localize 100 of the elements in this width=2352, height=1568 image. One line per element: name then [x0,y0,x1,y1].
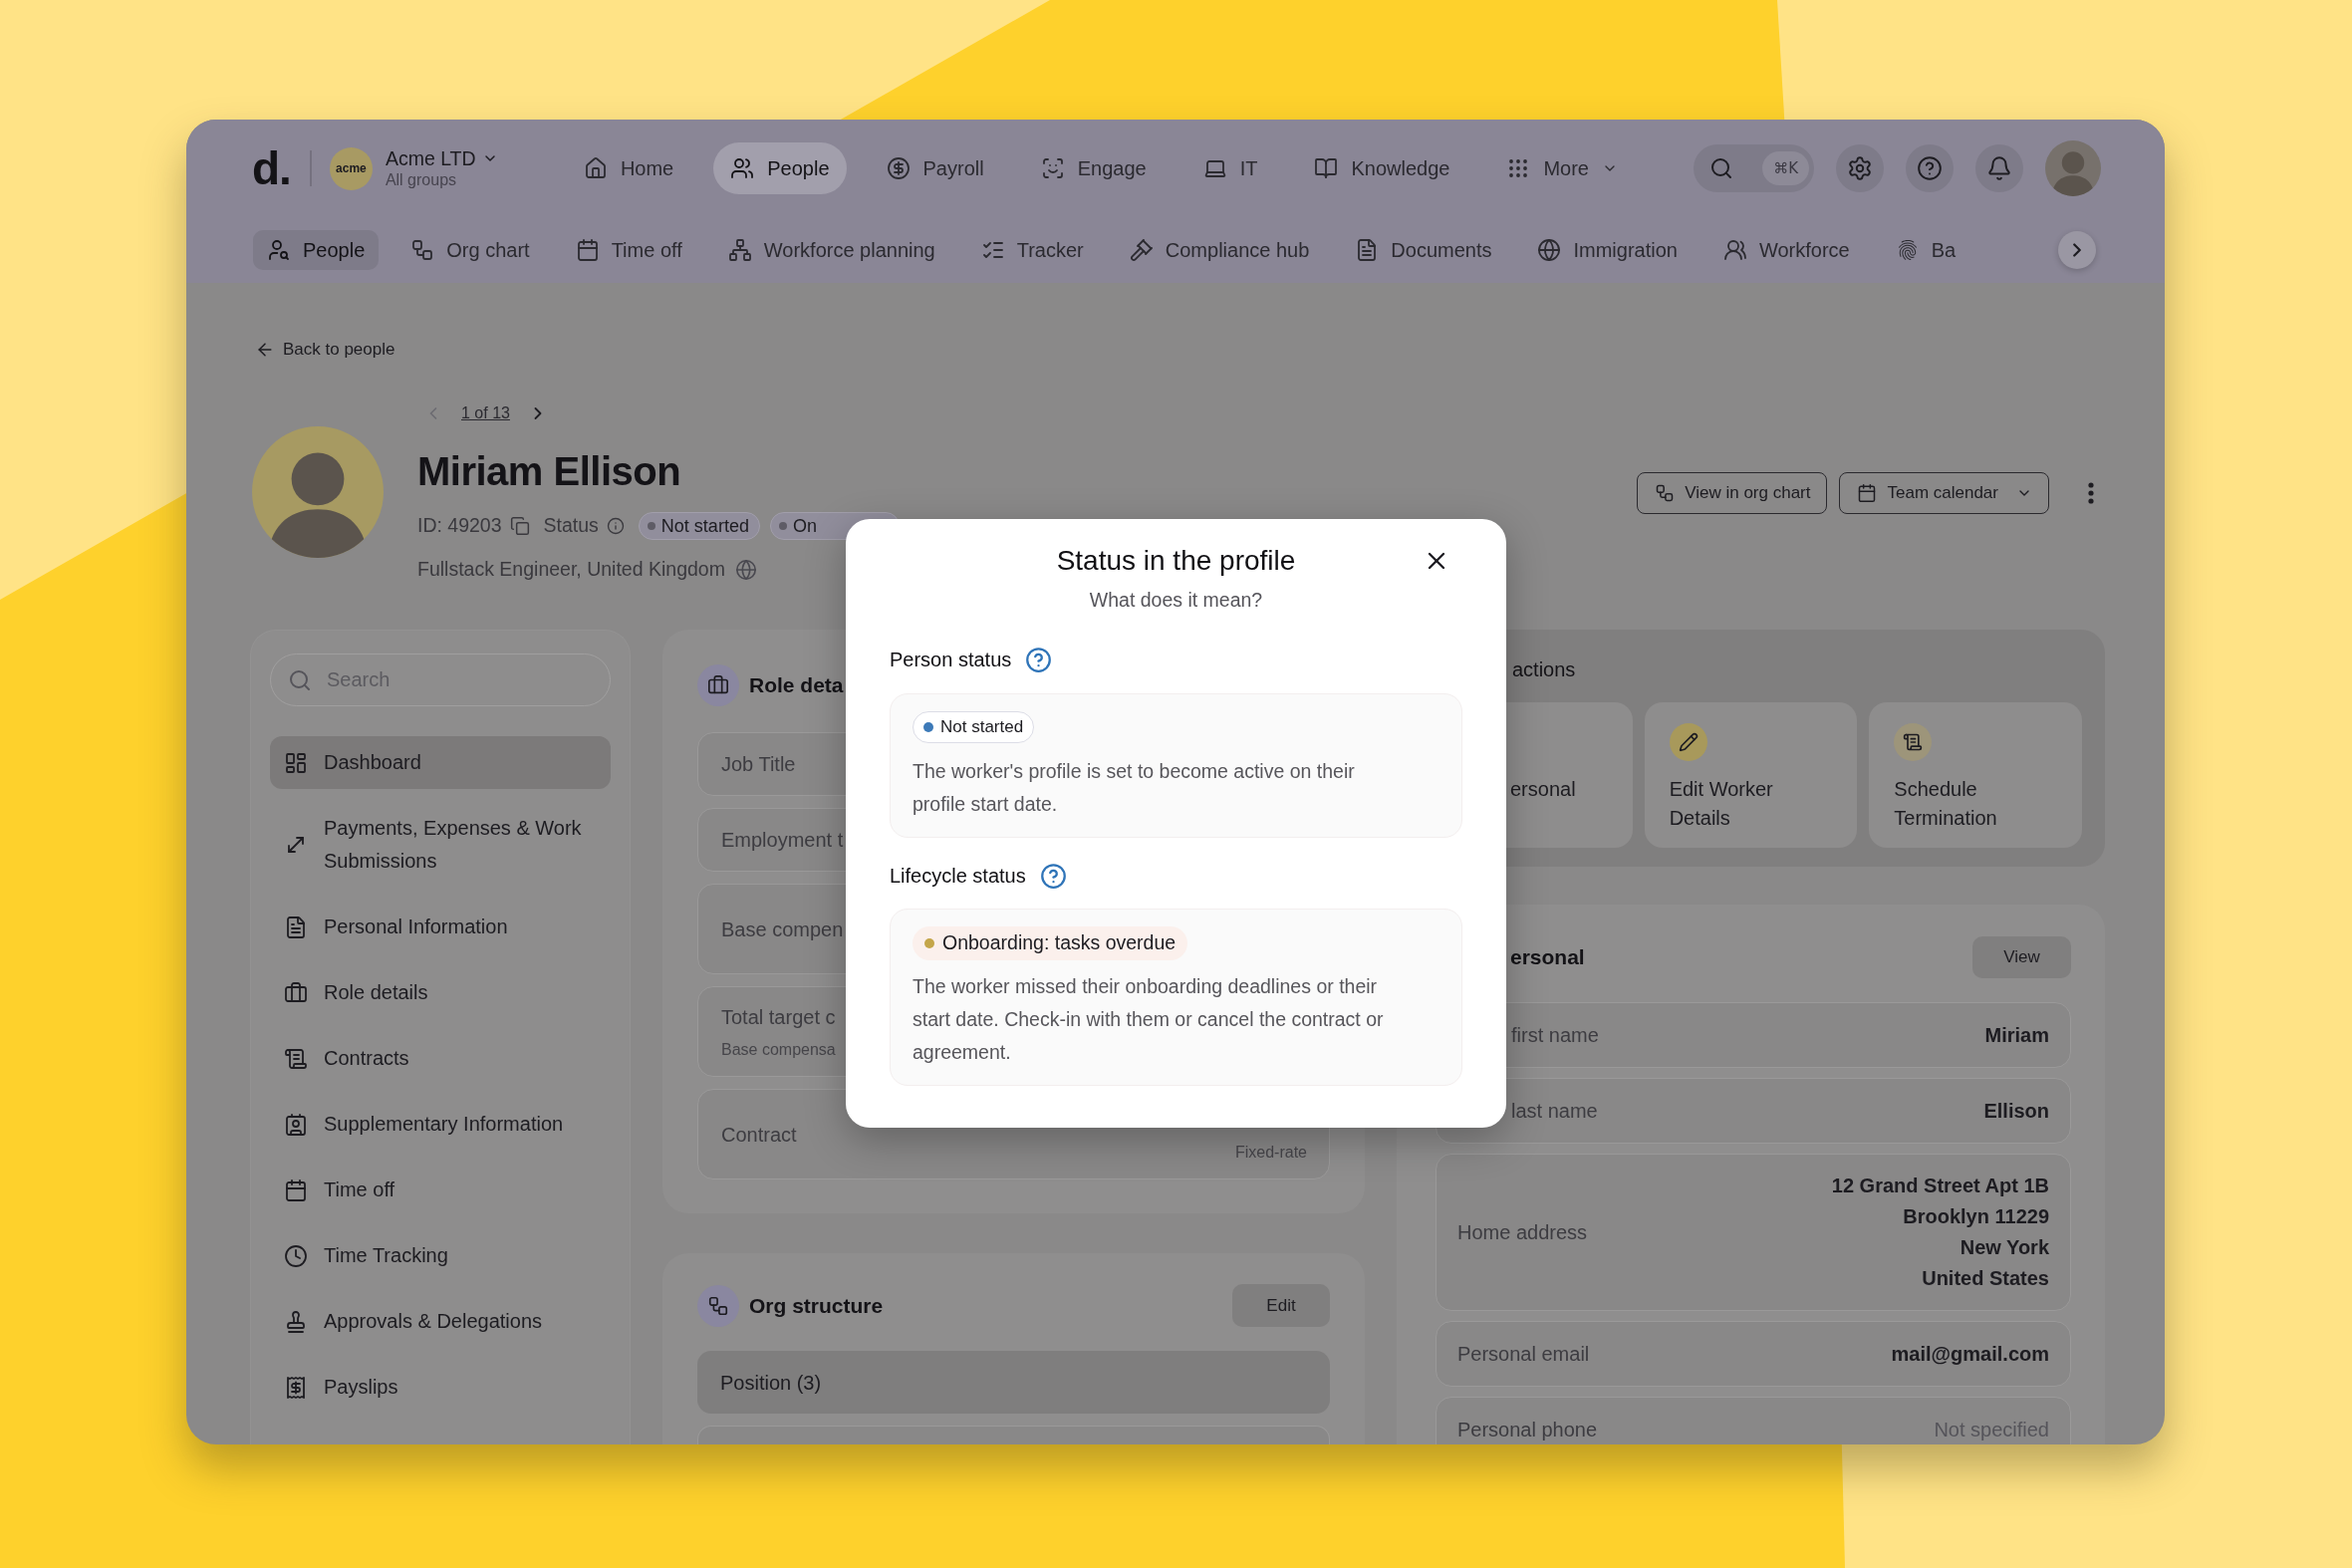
sidebar-item[interactable]: Approvals & Delegations [270,1295,611,1348]
sidebar-item[interactable]: Role details [270,966,611,1019]
job-location: Fullstack Engineer, United Kingdom [417,557,725,583]
section-heading: Lifecycle status [890,864,1026,889]
nav-tab[interactable]: Knowledge [1297,142,1467,194]
dialog-title: Status in the profile [1056,544,1296,578]
sidebar-item[interactable]: Contracts [270,1032,611,1085]
kebab-icon [2088,482,2094,504]
dialog-subtitle: What does it mean? [1088,588,1264,613]
field-value: Miriam [1984,1023,2049,1048]
company-subtitle: All groups [385,170,458,190]
document-icon [284,915,308,939]
address-line: United States [1922,1266,2049,1291]
field-label: Employment t [721,828,844,853]
calendar-dropdown-button[interactable]: Team calendar [1839,472,2049,514]
subnav-tab[interactable]: Org chart [396,230,544,270]
person-name: Miriam Ellison [417,448,682,495]
sidebar-item[interactable]: Personal Information [270,901,611,953]
nav-tab[interactable]: People [713,142,847,194]
card-title: Org structure [749,1292,884,1319]
sidebar-item[interactable]: Dashboard [270,736,611,789]
field-label: Personal phone [1457,1418,1598,1442]
company-name[interactable]: Acme LTD [385,146,476,170]
bell-icon [1986,155,2012,181]
subnav-tab[interactable]: Time off [561,230,696,270]
field-label: Job Title [721,752,796,777]
clock-icon [284,1243,308,1268]
info-icon[interactable] [606,517,625,535]
hierarchy-icon [697,1284,739,1327]
dashboard-icon [284,750,308,775]
shortcut-key: ⌘K [1762,151,1809,185]
address-line: New York [1960,1235,2049,1260]
status-badge: Onboarding: tasks overdue [913,926,1188,960]
subnav-tab[interactable]: Workforce [1708,230,1864,270]
briefcase-icon [697,664,739,706]
subnav-tab[interactable]: Workforce planning [713,230,949,270]
face-scan-icon [1040,156,1065,180]
sidebar-item[interactable]: Payments, Expenses & Work Submissions [270,802,611,888]
help-icon[interactable] [1025,646,1053,673]
field-value: mail@gmail.com [1891,1342,2049,1367]
settings-button[interactable] [1836,144,1884,192]
pencil-icon [1669,723,1707,761]
stamp-icon [284,1309,308,1334]
pager-link[interactable]: 1 of 13 [461,401,510,425]
help-button[interactable] [1906,144,1954,192]
edit-button[interactable]: Edit [1232,1284,1330,1327]
card-title: Role deta [749,672,844,699]
card-title: actions [1511,657,1577,682]
subnav-tab[interactable]: Immigration [1523,230,1692,270]
status-label: Status [543,513,599,539]
sidebar-item[interactable]: Payslips [270,1361,611,1414]
field-label: Base compen [721,916,844,942]
status-description: The worker missed their onboarding deadlines or their start date. Check-in with them or cancel the contract or agreement. [913,974,1385,1065]
field-label: Personal email [1457,1342,1590,1367]
copy-icon[interactable] [509,516,530,536]
more-menu-button[interactable]: More [1489,142,1635,194]
contact-card-icon [284,1112,308,1137]
home-icon [583,156,608,180]
field-label: last name [1511,1099,1598,1124]
back-link[interactable]: Back to people [255,335,395,365]
nav-tab[interactable]: Home [566,142,691,194]
briefcase-icon [284,980,308,1005]
scroll-icon [284,1046,308,1071]
status-description: The worker's profile is set to become active on their profile start date. [913,759,1356,817]
gavel-icon [1129,238,1154,262]
dollar-coin-icon [886,156,911,180]
field-label: first name [1511,1023,1599,1048]
address-line: 12 Grand Street Apt 1B [1831,1174,2049,1198]
sidebar-item[interactable]: Time Tracking [270,1229,611,1282]
nav-tab[interactable]: IT [1185,142,1275,194]
notifications-button[interactable] [1975,144,2023,192]
position-row[interactable]: Position (3) [697,1351,1330,1414]
subnav-tab[interactable]: Ba [1881,230,1970,270]
calendar-icon [284,1177,308,1202]
sidebar-item[interactable]: Time off [270,1164,611,1216]
search-icon [1709,156,1733,180]
field-label: Home address [1457,1220,1588,1245]
scroll-right-button[interactable] [2058,231,2096,269]
subnav-tab[interactable]: People [253,230,380,270]
help-icon [1917,155,1943,181]
search-icon [288,667,312,692]
card-title: ersonal [1509,944,1585,971]
subnav-tab[interactable]: Compliance hub [1115,230,1324,270]
calendar-icon [1857,483,1878,503]
action-tile[interactable]: Edit Worker Details [1644,702,1858,848]
action-tile[interactable]: Schedule Termination [1869,702,2082,848]
subnav-tab[interactable]: Tracker [966,230,1098,270]
logo[interactable]: d. [252,145,291,191]
nav-tab[interactable]: Payroll [869,142,1001,194]
section-heading: Person status [890,648,1012,672]
field-label: Contract [721,1122,797,1148]
subnav-tab[interactable]: Documents [1341,230,1506,270]
org-chart-button[interactable]: View in org chart [1637,472,1828,514]
help-icon[interactable] [1039,862,1067,890]
hierarchy-icon [410,238,435,262]
settings-icon [1847,155,1873,181]
search-button[interactable]: ⌘K [1694,144,1814,192]
view-button[interactable]: View [1972,936,2071,978]
nav-tab[interactable]: Engage [1023,142,1164,194]
sidebar-item[interactable]: Supplementary Information [270,1098,611,1151]
